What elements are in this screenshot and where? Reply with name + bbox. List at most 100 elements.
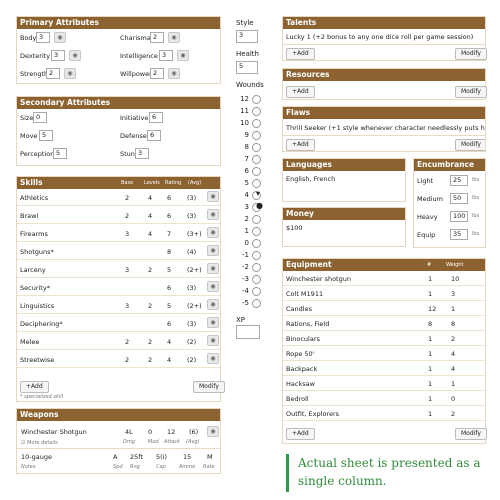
roll-icon[interactable]: ◉ [168,68,180,79]
skill-avg: (4) [187,248,197,256]
skills-add-button[interactable]: +Add [20,381,49,393]
skill-base: 2 [125,338,130,346]
skill-roll-icon[interactable]: ◉ [207,245,219,256]
skill-roll-icon[interactable]: ◉ [207,263,219,274]
wound-checkbox[interactable] [252,238,261,248]
skills-modify-button[interactable]: Modify [193,381,225,393]
skill-row: Brawl 2 4 6 (3) ◉ [17,207,220,224]
encumbrance-value[interactable]: 50 [450,193,468,204]
resources-add-button[interactable]: +Add [286,86,315,98]
wound-checkbox[interactable] [252,214,261,224]
resources-modify-button[interactable]: Modify [455,86,487,98]
skill-roll-icon[interactable]: ◉ [207,335,219,346]
encumbrance-label: Equip [417,231,436,239]
talents-add-button[interactable]: +Add [286,48,315,60]
wound-checkbox[interactable] [252,118,261,128]
skill-name: Larceny [20,266,46,274]
xp-field[interactable] [236,325,260,339]
roll-icon[interactable]: ◉ [69,50,81,61]
talents-modify-button[interactable]: Modify [455,48,487,60]
wound-level-label: 0 [244,239,249,247]
roll-icon[interactable]: ◉ [54,32,66,43]
wound-checkbox[interactable] [252,298,261,308]
skill-row: Melee 2 2 4 (2) ◉ [17,333,220,350]
attribute-value[interactable]: 3 [135,148,149,159]
wound-row: 12 [236,93,266,105]
equipment-qty: 1 [428,410,433,418]
flaws-modify-button[interactable]: Modify [455,139,485,151]
skill-roll-icon[interactable]: ◉ [207,317,219,328]
skill-roll-icon[interactable]: ◉ [207,227,219,238]
wound-checkbox[interactable] [252,94,261,104]
wound-checkbox[interactable] [252,262,261,272]
weapon-roll-icon[interactable]: ◉ [207,426,219,437]
encumbrance-unit: lbs [472,195,480,201]
wound-checkbox[interactable] [252,142,261,152]
roll-icon[interactable]: ◉ [168,32,180,43]
wound-checkbox[interactable] [252,250,261,260]
more-details-toggle[interactable]: ☑ More details [21,440,58,446]
attribute-value[interactable]: 2 [150,68,164,79]
skill-roll-icon[interactable]: ◉ [207,281,219,292]
money-panel: Money $100 [282,207,406,247]
attribute-label: Move [20,132,38,140]
skill-row: Firearms 3 4 7 (3+) ◉ [17,225,220,242]
attribute-label: Initiative [120,114,149,122]
encumbrance-value[interactable]: 25 [450,175,468,186]
equipment-weight: 4 [451,350,456,358]
flaws-add-button[interactable]: +Add [286,139,315,151]
wound-checkbox[interactable] [252,226,261,236]
wound-checkbox[interactable] [252,166,261,176]
skill-avg: (2+) [187,266,202,274]
health-field[interactable]: 5 [236,61,258,74]
label-rng: Rng [130,464,140,470]
skill-row: Shotguns* 8 (4) ◉ [17,243,220,260]
attribute-value[interactable]: 2 [150,32,164,43]
skill-avg: (3+) [187,230,202,238]
wound-row: -2 [236,261,266,273]
encumbrance-value[interactable]: 100 [450,211,468,222]
wound-row: -1 [236,249,266,261]
weapon-avg: (6) [189,428,199,436]
encumbrance-value[interactable]: 35 [450,229,468,240]
attribute-value[interactable]: 6 [147,130,161,141]
attribute-value[interactable]: 0 [33,112,47,123]
wound-checkbox[interactable] [252,154,261,164]
skill-roll-icon[interactable]: ◉ [207,191,219,202]
attribute-value[interactable]: 5 [53,148,67,159]
skill-base: 3 [125,266,130,274]
skill-roll-icon[interactable]: ◉ [207,353,219,364]
gun-icon: ▾ [256,189,261,198]
wound-level-label: -4 [242,287,249,295]
attribute-value[interactable]: 3 [51,50,65,61]
wound-row: 1 [236,225,266,237]
wound-checkbox[interactable] [252,106,261,116]
roll-icon[interactable]: ◉ [64,68,76,79]
attribute-value[interactable]: 3 [159,50,173,61]
attribute-value[interactable]: 6 [149,112,163,123]
label-dmg: Dmg [123,439,135,445]
weapon-rng: 25ft [130,453,143,461]
attribute-value[interactable]: 3 [36,32,50,43]
skill-roll-icon[interactable]: ◉ [207,299,219,310]
attribute-value[interactable]: 2 [46,68,60,79]
wound-level-label: 5 [244,179,249,187]
resources-title: Resources [283,69,485,81]
wound-row: 8 [236,141,266,153]
wound-checkbox[interactable] [252,274,261,284]
wound-checkbox[interactable] [252,178,261,188]
money-title: Money [283,208,405,220]
skills-panel: Skills Base Levels Rating (Avg) Athletic… [16,176,225,402]
equipment-modify-button[interactable]: Modify [455,428,487,440]
wound-checkbox[interactable] [252,130,261,140]
style-field[interactable]: 3 [236,30,258,43]
skill-roll-icon[interactable]: ◉ [207,209,219,220]
roll-icon[interactable]: ◉ [177,50,189,61]
equipment-add-button[interactable]: +Add [286,428,315,440]
equipment-row: Rope 50' 1 4 [283,346,485,361]
languages-text: English, French [286,175,336,183]
wound-row: 2 [236,213,266,225]
flaws-panel: Flaws Thrill Seeker (+1 style whenever c… [282,106,486,152]
attribute-value[interactable]: 5 [39,130,53,141]
wound-checkbox[interactable] [252,286,261,296]
